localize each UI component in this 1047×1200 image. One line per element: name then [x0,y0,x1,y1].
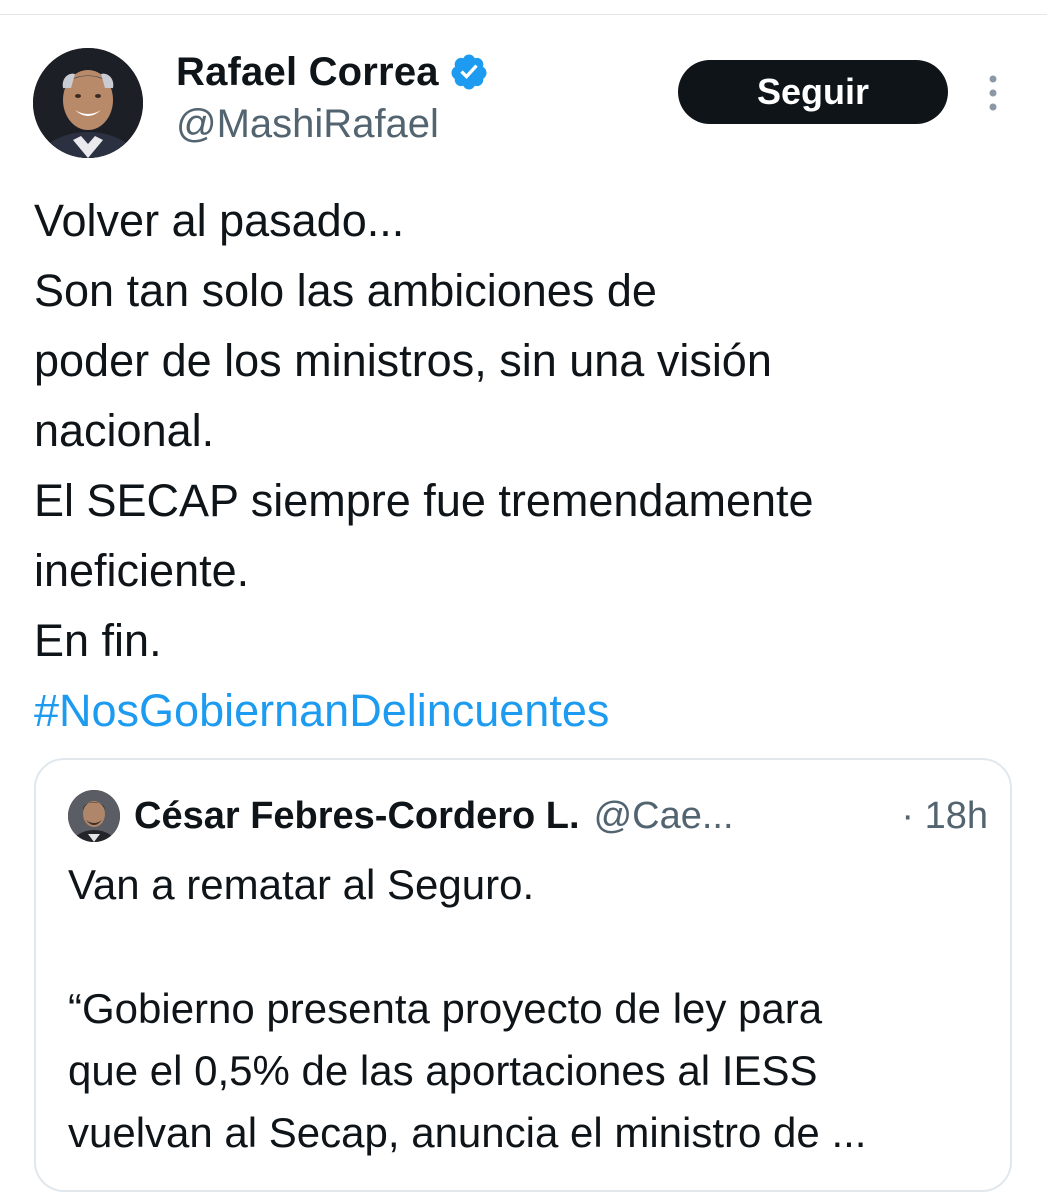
quoted-tweet-line: “Gobierno presenta proyecto de ley para [68,985,823,1032]
tweet-line: El SECAP siempre fue tremendamente [34,475,814,526]
quoted-author-display-name[interactable]: César Febres-Cordero L. [134,795,580,838]
author-display-name[interactable]: Rafael Correa [176,50,439,95]
tweet-line: nacional. [34,405,215,456]
verified-badge-icon [449,52,489,92]
author-handle[interactable]: @MashiRafael [176,102,439,147]
hashtag-link[interactable]: #NosGobiernanDelincuentes [34,676,1024,746]
tweet-line: En fin. [34,615,162,666]
quoted-author-avatar[interactable] [68,790,120,842]
quoted-tweet-line: que el 0,5% de las aportaciones al IESS [68,1047,818,1094]
tweet-header: Rafael Correa @MashiRafael Seguir [0,0,1047,170]
author-avatar[interactable] [33,48,143,158]
quoted-tweet-timestamp[interactable]: · 18h [901,795,988,838]
tweet-text: Volver al pasado... Son tan solo las amb… [34,186,1024,746]
tweet-line: poder de los ministros, sin una visión [34,335,772,386]
tweet-line: ineficiente. [34,545,250,596]
quoted-tweet-text: Van a rematar al Seguro. “Gobierno prese… [68,854,988,1164]
quoted-tweet-line [68,916,988,978]
tweet-line: Son tan solo las ambiciones de [34,265,657,316]
follow-button[interactable]: Seguir [678,60,948,124]
quoted-tweet-line: vuelvan al Secap, anuncia el ministro de… [68,1109,867,1156]
quoted-tweet-line: Van a rematar al Seguro. [68,861,535,908]
quoted-tweet-header: César Febres-Cordero L. @Cae... · 18h [68,788,988,844]
quoted-tweet-card[interactable]: César Febres-Cordero L. @Cae... · 18h Va… [34,758,1012,1192]
tweet-line: Volver al pasado... [34,195,405,246]
author-name-row: Rafael Correa [176,44,489,100]
more-vertical-icon[interactable] [982,74,1004,112]
quoted-author-handle[interactable]: @Cae... [594,795,734,838]
